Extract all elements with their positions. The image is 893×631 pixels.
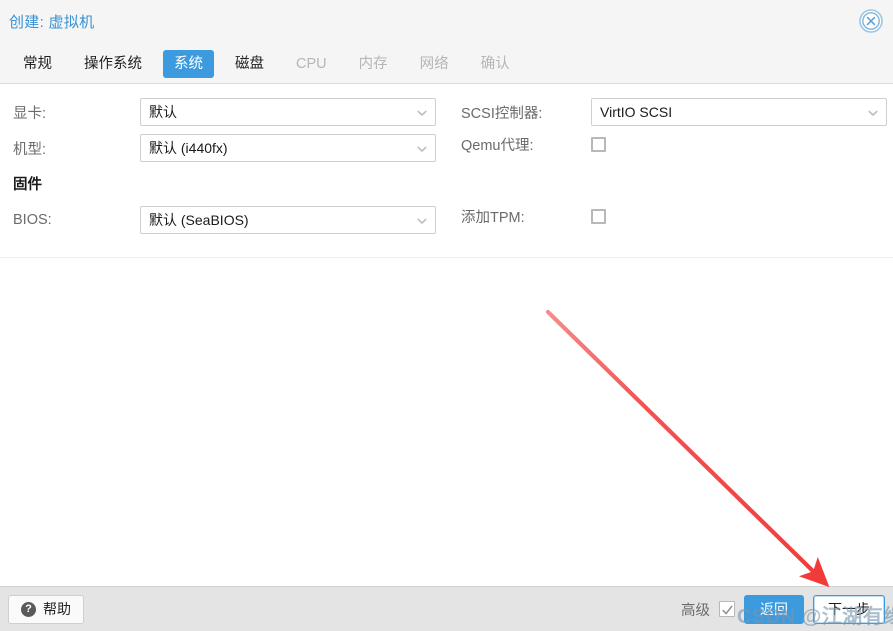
graphic-card-select[interactable]: 默认 xyxy=(140,98,436,126)
machine-type-label: 机型: xyxy=(13,141,47,158)
tab-bar: 常规 操作系统 系统 磁盘 CPU 内存 网络 确认 xyxy=(0,44,893,84)
section-divider xyxy=(0,257,893,258)
tab-network[interactable]: 网络 xyxy=(409,50,460,78)
dialog-header: 创建: 虚拟机 xyxy=(0,0,893,44)
machine-type-select[interactable]: 默认 (i440fx) xyxy=(140,134,436,162)
page-title: 创建: 虚拟机 xyxy=(9,14,95,31)
advanced-label: 高级 xyxy=(681,602,710,619)
help-button[interactable]: ? 帮助 xyxy=(8,594,84,624)
qemu-agent-label: Qemu代理: xyxy=(461,138,534,154)
close-icon[interactable] xyxy=(857,7,885,35)
tab-cpu[interactable]: CPU xyxy=(285,50,338,78)
chevron-down-icon xyxy=(416,106,428,118)
create-vm-dialog: 创建: 虚拟机 常规 操作系统 系统 磁盘 CPU 内存 网络 确认 显卡: 默… xyxy=(0,0,893,631)
tab-confirm[interactable]: 确认 xyxy=(470,50,521,78)
field-qemu-agent: Qemu代理: xyxy=(461,134,606,155)
scsi-controller-select[interactable]: VirtIO SCSI xyxy=(591,98,887,126)
tab-general[interactable]: 常规 xyxy=(12,50,63,78)
firmware-heading-label: 固件 xyxy=(13,177,42,193)
graphic-card-value: 默认 xyxy=(149,104,177,120)
firmware-section-heading: 固件 xyxy=(13,173,42,194)
footer-actions: 高级 返回 下一步 xyxy=(681,594,885,624)
back-button[interactable]: 返回 xyxy=(744,594,804,624)
chevron-down-icon xyxy=(416,142,428,154)
help-button-label: 帮助 xyxy=(43,601,71,617)
scsi-controller-label: SCSI控制器: xyxy=(461,105,543,122)
next-button[interactable]: 下一步 xyxy=(813,594,885,624)
bios-value: 默认 (SeaBIOS) xyxy=(149,212,249,228)
bios-select[interactable]: 默认 (SeaBIOS) xyxy=(140,206,436,234)
field-scsi-controller: SCSI控制器: VirtIO SCSI xyxy=(461,98,887,126)
bios-label: BIOS: xyxy=(13,212,52,228)
question-mark-icon: ? xyxy=(21,601,36,617)
scsi-controller-value: VirtIO SCSI xyxy=(600,104,673,120)
tab-disks[interactable]: 磁盘 xyxy=(224,50,275,78)
field-add-tpm: 添加TPM: xyxy=(461,206,606,227)
add-tpm-checkbox[interactable] xyxy=(591,209,606,224)
field-graphic-card: 显卡: 默认 xyxy=(13,98,436,126)
checkmark-icon xyxy=(722,603,733,615)
tab-os[interactable]: 操作系统 xyxy=(73,50,153,78)
chevron-down-icon xyxy=(416,214,428,226)
field-machine-type: 机型: 默认 (i440fx) xyxy=(13,134,436,162)
qemu-agent-checkbox[interactable] xyxy=(591,137,606,152)
field-bios: BIOS: 默认 (SeaBIOS) xyxy=(13,206,436,234)
system-settings-panel: 显卡: 默认 机型: 默认 (i440fx) 固件 BIOS: 默认 (SeaB… xyxy=(0,84,893,586)
chevron-down-icon xyxy=(867,106,879,118)
advanced-checkbox[interactable] xyxy=(719,601,735,617)
add-tpm-label: 添加TPM: xyxy=(461,210,525,226)
graphic-card-label: 显卡: xyxy=(13,105,47,122)
tab-memory[interactable]: 内存 xyxy=(348,50,399,78)
dialog-footer: ? 帮助 高级 返回 下一步 xyxy=(0,586,893,631)
machine-type-value: 默认 (i440fx) xyxy=(149,140,228,156)
tab-system[interactable]: 系统 xyxy=(163,49,214,78)
